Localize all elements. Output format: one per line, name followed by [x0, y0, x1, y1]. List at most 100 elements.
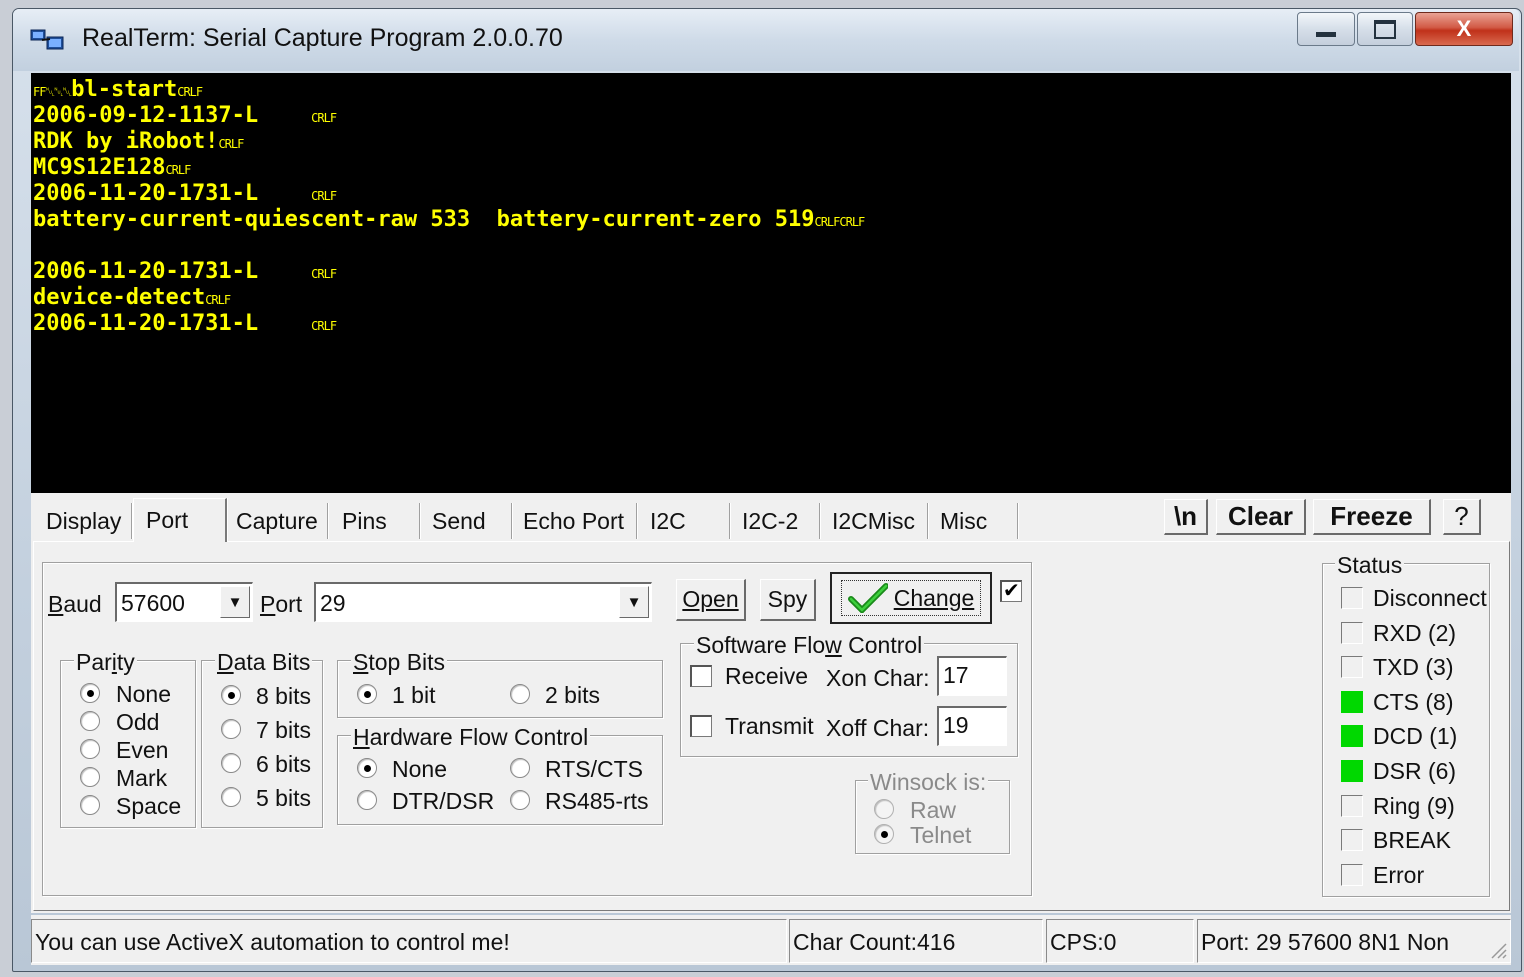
minimize-button[interactable] — [1297, 12, 1355, 46]
terminal-line: MC9S12E128CRLF — [33, 155, 191, 181]
crlf-glyph: CRLF — [205, 293, 231, 307]
chevron-down-icon[interactable]: ▼ — [619, 586, 649, 618]
tab-pins[interactable]: Pins — [336, 503, 420, 539]
hw-flow-dtrdsr-label: DTR/DSR — [392, 788, 495, 814]
hw-flow-rtscts-radio[interactable] — [510, 758, 530, 778]
stop-bits-2-radio[interactable] — [510, 684, 530, 704]
status-led-label: TXD (3) — [1373, 654, 1454, 681]
crlf-glyph: CRLF — [165, 163, 191, 177]
tab-misc[interactable]: Misc — [934, 503, 1018, 539]
data-bits-7-radio[interactable] — [221, 719, 241, 739]
winsock-telnet-label: Telnet — [910, 822, 972, 848]
hw-flow-dtrdsr-radio[interactable] — [357, 790, 377, 810]
stop-bits-1-radio[interactable] — [357, 684, 377, 704]
status-led-label: Error — [1373, 861, 1425, 888]
resize-grip-icon[interactable] — [1488, 940, 1508, 960]
status-led — [1341, 725, 1363, 748]
maximize-button[interactable] — [1357, 12, 1413, 46]
data-bits-label: Data Bits — [215, 649, 313, 675]
data-bits-8-radio[interactable] — [221, 685, 241, 705]
winsock-label: Winsock is: — [868, 769, 989, 795]
status-message: You can use ActiveX automation to contro… — [31, 919, 787, 963]
terminal-line: RDK by iRobot!CRLF — [33, 129, 244, 155]
terminal-line: 2006-11-20-1731-L CRLF — [33, 259, 337, 285]
hw-flow-none-radio[interactable] — [357, 758, 377, 778]
terminal-line: 2006-11-20-1731-L CRLF — [33, 311, 337, 337]
change-button[interactable]: Change — [830, 572, 992, 624]
parity-odd-radio[interactable] — [80, 711, 100, 731]
terminal-line-text: battery-current-quiescent-raw 533 batter… — [33, 207, 815, 232]
software-flow-label: Software Flow Control — [694, 632, 925, 658]
sw-flow-receive-checkbox[interactable] — [690, 665, 712, 687]
terminal-line: 2006-09-12-1137-L CRLF — [33, 103, 337, 129]
tab-i2c[interactable]: I2C — [644, 503, 730, 539]
port-combo[interactable]: 29 ▼ — [314, 582, 652, 622]
parity-mark-radio[interactable] — [80, 767, 100, 787]
xon-label: Xon Char: — [826, 665, 930, 691]
tab-port[interactable]: Port — [133, 498, 227, 542]
tab-capture[interactable]: Capture — [230, 503, 328, 539]
sw-flow-transmit-checkbox[interactable] — [690, 715, 712, 737]
stop-bits-1-label: 1 bit — [392, 682, 436, 708]
terminal-line: device-detectCRLF — [33, 285, 231, 311]
spy-button[interactable]: Spy — [760, 579, 816, 621]
terminal-line: FF␀␀␀bl-startCRLF — [33, 77, 203, 103]
status-led-label: RXD (2) — [1373, 619, 1457, 646]
data-bits-6-radio[interactable] — [221, 753, 241, 773]
data-bits-5-label: 5 bits — [256, 785, 311, 811]
tab-i2cmisc[interactable]: I2CMisc — [826, 503, 928, 539]
status-label: Status — [1335, 552, 1405, 578]
crlf-glyph: CRLF — [311, 267, 337, 281]
baud-value: 57600 — [121, 590, 185, 616]
winsock-telnet-radio[interactable] — [874, 824, 894, 844]
sw-flow-transmit-label: Transmit — [725, 713, 814, 739]
parity-none-radio[interactable] — [80, 683, 100, 703]
tab-i2c-2[interactable]: I2C-2 — [736, 503, 820, 539]
stop-bits-2-label: 2 bits — [545, 682, 600, 708]
close-icon: X — [1456, 16, 1472, 41]
winsock-raw-radio[interactable] — [874, 799, 894, 819]
chevron-down-icon[interactable]: ▼ — [220, 586, 250, 618]
tab-display[interactable]: Display — [40, 503, 132, 539]
crlf-glyph: CRLF — [311, 189, 337, 203]
change-checkbox[interactable] — [1000, 578, 1022, 602]
crlf-glyph: CRLF — [311, 319, 337, 333]
status-led — [1341, 690, 1363, 713]
data-bits-5-radio[interactable] — [221, 787, 241, 807]
status-led — [1341, 621, 1363, 644]
terminal-line-text: 2006-11-20-1731-L — [33, 259, 312, 284]
data-bits-8-label: 8 bits — [256, 683, 311, 709]
freeze-button[interactable]: Freeze — [1313, 499, 1431, 535]
close-button[interactable]: X — [1415, 12, 1513, 46]
parity-even-radio[interactable] — [80, 739, 100, 759]
data-bits-6-label: 6 bits — [256, 751, 311, 777]
tab-echo-port[interactable]: Echo Port — [517, 503, 637, 539]
terminal-line-text: bl-start — [71, 77, 178, 102]
newline-button[interactable]: \n — [1164, 499, 1208, 535]
xoff-label: Xoff Char: — [826, 715, 930, 741]
clear-button[interactable]: Clear — [1216, 499, 1306, 535]
hw-flow-rs485-radio[interactable] — [510, 790, 530, 810]
terminal-line: 2006-11-20-1731-L CRLF — [33, 181, 337, 207]
hw-flow-rtscts-label: RTS/CTS — [545, 756, 643, 782]
status-led-label: DSR (6) — [1373, 758, 1457, 784]
parity-label: Parity — [74, 649, 137, 675]
cps-readout: CPS:0 — [1046, 919, 1194, 963]
status-led-label: DCD (1) — [1373, 723, 1458, 750]
status-led-label: CTS (8) — [1373, 688, 1454, 715]
xon-input[interactable]: 17 — [937, 656, 1007, 696]
xoff-input[interactable]: 19 — [937, 706, 1007, 746]
crlf-glyph: CRLFCRLF — [814, 215, 865, 229]
change-button-label: Change — [893, 584, 975, 611]
port-value: 29 — [320, 590, 346, 616]
baud-label-rest: aud — [63, 591, 102, 617]
terminal-output[interactable]: FF␀␀␀bl-startCRLF 2006-09-12-1137-L CRLF R… — [31, 73, 1511, 493]
port-label-rest: ort — [275, 591, 303, 617]
hardware-flow-label: Hardware Flow Control — [351, 724, 591, 750]
help-button[interactable]: ? — [1443, 499, 1481, 535]
change-button-focus: Change — [840, 580, 982, 616]
open-button[interactable]: Open — [676, 579, 746, 621]
tab-send[interactable]: Send — [426, 503, 512, 539]
parity-space-radio[interactable] — [80, 795, 100, 815]
baud-combo[interactable]: 57600 ▼ — [115, 582, 253, 622]
